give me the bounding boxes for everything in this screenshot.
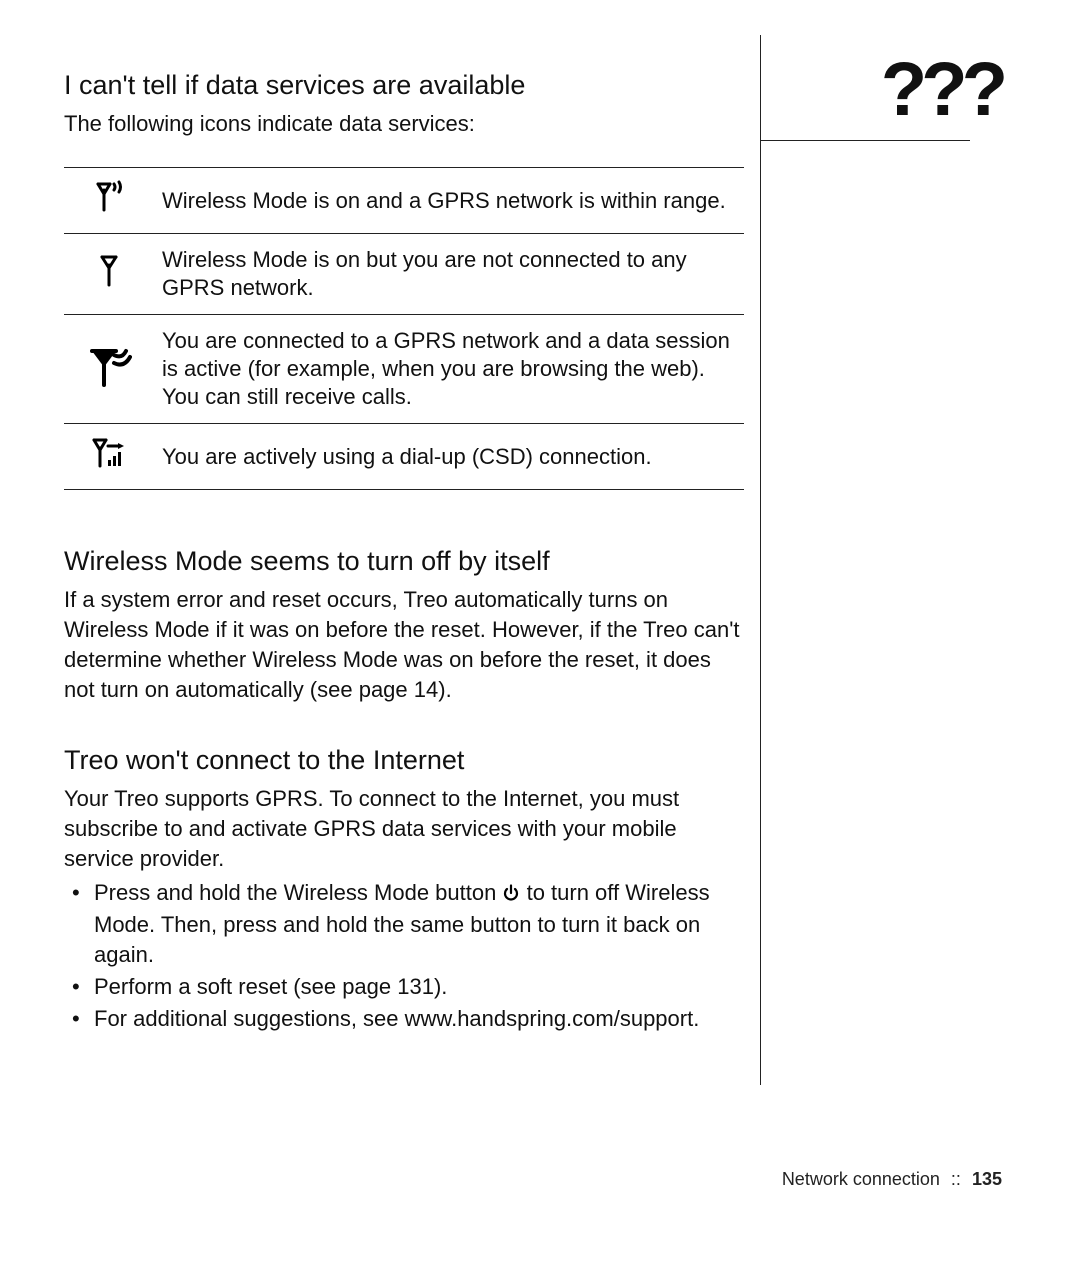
vertical-rule [760,35,761,1085]
page-footer: Network connection :: 135 [782,1169,1002,1190]
section-heading-treo-internet: Treo won't connect to the Internet [64,745,744,776]
table-row: Wireless Mode is on but you are not conn… [64,234,744,315]
section-lead-data-services: The following icons indicate data servic… [64,109,744,139]
horizontal-rule-right [760,140,970,141]
footer-section-name: Network connection [782,1169,940,1189]
power-icon [502,880,520,910]
antenna-gprs-active-icon [86,369,132,394]
table-row: Wireless Mode is on and a GPRS network i… [64,168,744,234]
table-row: You are connected to a GPRS network and … [64,315,744,424]
section-heading-wireless-mode-off: Wireless Mode seems to turn off by itsel… [64,546,744,577]
footer-page-number: 135 [972,1169,1002,1189]
antenna-csd-dialup-icon [90,450,128,475]
list-item: Press and hold the Wireless Mode button … [64,878,744,970]
icon-desc: You are actively using a dial-up (CSD) c… [162,424,744,490]
list-item: Perform a soft reset (see page 131). [64,972,744,1002]
antenna-gprs-in-range-icon [92,194,126,219]
icon-desc: You are connected to a GPRS network and … [162,315,744,424]
section-lead-treo-internet: Your Treo supports GPRS. To connect to t… [64,784,744,874]
table-row: You are actively using a dial-up (CSD) c… [64,424,744,490]
bullet-text-pre: Press and hold the Wireless Mode button [94,880,502,905]
icon-desc: Wireless Mode is on and a GPRS network i… [162,168,744,234]
icon-table: Wireless Mode is on and a GPRS network i… [64,167,744,490]
list-item: For additional suggestions, see www.hand… [64,1004,744,1034]
footer-separator: :: [945,1169,967,1189]
section-heading-data-services: I can't tell if data services are availa… [64,70,744,101]
question-marks-icon: ??? [881,52,1002,128]
bullet-list: Press and hold the Wireless Mode button … [64,878,744,1034]
icon-desc: Wireless Mode is on but you are not conn… [162,234,744,315]
antenna-no-gprs-icon [94,269,124,294]
section-body-wireless-mode-off: If a system error and reset occurs, Treo… [64,585,744,705]
